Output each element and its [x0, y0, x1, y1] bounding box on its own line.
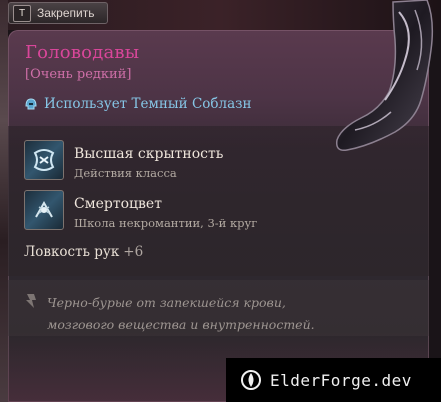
lore-line: Черно-бурые от запекшейся крови,: [47, 295, 286, 310]
item-uses-row: Использует Темный Соблазн: [24, 96, 252, 112]
item-rarity: [Очень редкий]: [25, 67, 132, 82]
item-title: Головодавы: [25, 42, 140, 63]
spell-name: Смертоцвет: [74, 196, 162, 212]
pin-label: Закрепить: [37, 6, 95, 20]
pin-tooltip-button[interactable]: T Закрепить: [8, 2, 108, 24]
spell-row[interactable]: Высшая скрытность Действия класса: [24, 140, 223, 180]
spell-name: Высшая скрытность: [74, 146, 224, 162]
stat-bonus-value: +6: [123, 244, 144, 260]
spell-subtitle: Школа некромантии, 3-й круг: [74, 216, 258, 230]
pin-hotkey-badge: T: [13, 4, 31, 22]
spell-row[interactable]: Смертоцвет Школа некромантии, 3-й круг: [24, 190, 257, 230]
helmet-icon: [25, 98, 37, 110]
item-uses-text: Использует Темный Соблазн: [44, 96, 252, 112]
quill-icon: [26, 294, 36, 308]
mask-rune-icon: [24, 140, 64, 180]
elderforge-logo-icon: [241, 370, 261, 390]
watermark: ElderForge.dev: [226, 358, 441, 402]
spell-subtitle: Действия класса: [74, 166, 177, 180]
boots-item-art: [335, 0, 434, 152]
watermark-text: ElderForge.dev: [270, 370, 412, 390]
lore-text: Черно-бурые от запекшейся крови, мозгово…: [47, 292, 367, 336]
stat-name: Ловкость рук: [24, 244, 120, 260]
background-left-edge: [0, 0, 8, 402]
death-flower-icon: [24, 190, 64, 230]
stat-bonus-row: Ловкость рук +6: [24, 244, 143, 260]
